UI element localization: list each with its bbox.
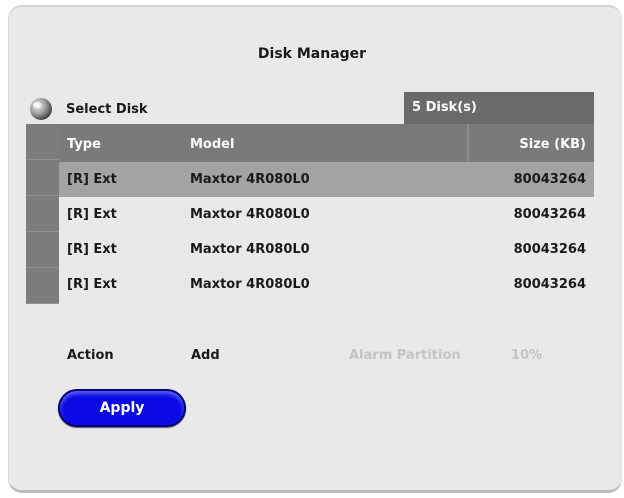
table-row[interactable]: [R] Ext Maxtor 4R080L0 80043264 <box>59 197 594 232</box>
header-size: Size (KB) <box>519 137 586 152</box>
rail-segment-1[interactable] <box>26 160 59 196</box>
cell-type: [R] Ext <box>67 242 117 257</box>
header-type: Type <box>67 137 101 152</box>
rail-segment-4[interactable] <box>26 268 59 304</box>
rail-segment-3[interactable] <box>26 232 59 268</box>
cell-size: 80043264 <box>513 242 586 257</box>
rail-segment-header <box>26 124 59 160</box>
table-row[interactable]: [R] Ext Maxtor 4R080L0 80043264 <box>59 267 594 302</box>
cell-type: [R] Ext <box>67 277 117 292</box>
row-selector-rail <box>26 124 59 304</box>
alarm-partition-value: 10% <box>511 348 543 363</box>
alarm-partition-label: Alarm Partition <box>349 348 461 363</box>
cell-model: Maxtor 4R080L0 <box>190 242 310 257</box>
action-label: Action <box>67 348 114 363</box>
table-row[interactable]: [R] Ext Maxtor 4R080L0 80043264 <box>59 162 594 197</box>
disk-icon <box>28 96 54 122</box>
apply-button[interactable]: Apply <box>58 389 186 427</box>
action-row: Action Add Alarm Partition 10% <box>67 348 607 368</box>
cell-model: Maxtor 4R080L0 <box>190 207 310 222</box>
header-model: Model <box>190 137 235 152</box>
select-disk-row[interactable]: Select Disk <box>28 94 148 124</box>
table-header: Type Model Size (KB) <box>59 124 594 162</box>
cell-model: Maxtor 4R080L0 <box>190 277 310 292</box>
select-disk-label: Select Disk <box>66 101 148 117</box>
header-divider <box>467 124 469 162</box>
disk-count-badge: 5 Disk(s) <box>404 92 594 124</box>
cell-type: [R] Ext <box>67 207 117 222</box>
cell-size: 80043264 <box>513 277 586 292</box>
cell-type: [R] Ext <box>67 172 117 187</box>
cell-model: Maxtor 4R080L0 <box>190 172 310 187</box>
table-row[interactable]: [R] Ext Maxtor 4R080L0 80043264 <box>59 232 594 267</box>
cell-size: 80043264 <box>513 172 586 187</box>
page-title: Disk Manager <box>257 46 367 62</box>
cell-size: 80043264 <box>513 207 586 222</box>
rail-segment-2[interactable] <box>26 196 59 232</box>
action-select[interactable]: Add <box>191 348 220 363</box>
